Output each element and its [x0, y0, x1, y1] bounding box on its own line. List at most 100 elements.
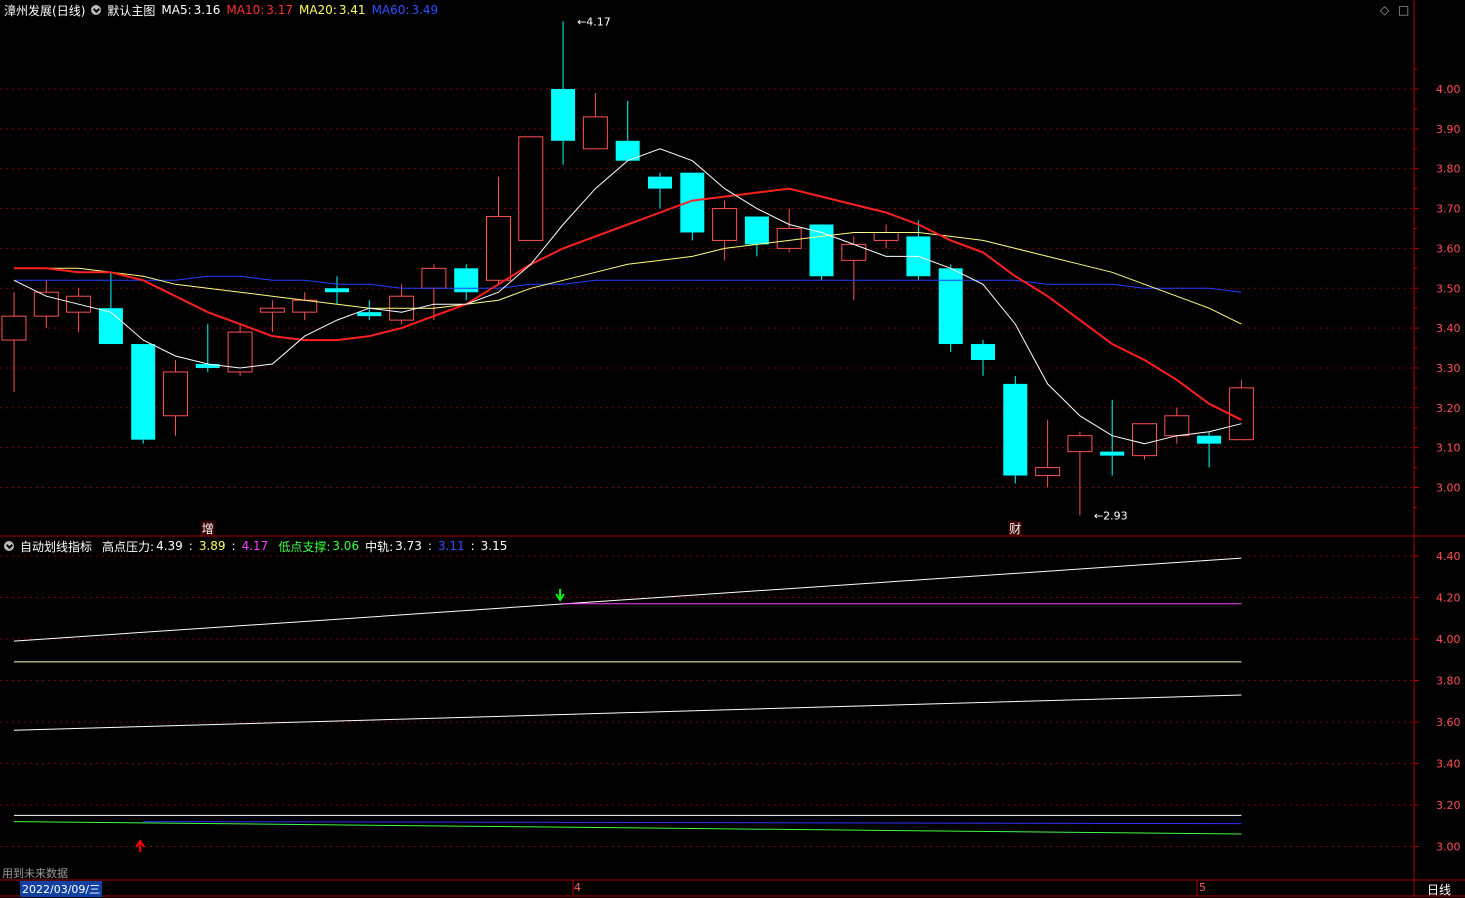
candle-body-up: [259, 307, 285, 313]
candle-body-down: [971, 344, 995, 360]
candle: [615, 100, 640, 161]
candle: [357, 300, 382, 321]
candle: [1197, 431, 1222, 468]
indicator-header: 自动划线指标 高点压力: 4.39 : 3.89 : 4.17 低点支撑: 3.06…: [4, 537, 507, 555]
candle-body-down: [1100, 451, 1125, 456]
candle: [551, 21, 576, 165]
candle-body-up: [292, 299, 318, 313]
separator: :: [231, 539, 236, 553]
candle-body-up: [421, 267, 447, 289]
candle-body-up: [1, 315, 27, 341]
candle: [259, 300, 285, 333]
candle-body-up: [1132, 423, 1157, 457]
kline-chart[interactable]: 4.00 3.90 3.80 3.70 3.60 3.50 3.40 3.30 3.20 3.10…: [0, 0, 1465, 897]
y-tick-label: 3.30: [1436, 362, 1461, 375]
high-value-2: 3.89: [198, 539, 226, 553]
mid-value-3: 3.15: [480, 539, 508, 553]
y-tick-label: 3.90: [1436, 123, 1461, 136]
candle-body-down: [131, 344, 156, 440]
candle: [325, 276, 349, 305]
candle: [33, 280, 59, 329]
candle: [1035, 419, 1061, 488]
candle-body-up: [518, 136, 544, 241]
stock-name[interactable]: 漳州发展: [4, 2, 52, 19]
candle: [518, 136, 544, 241]
candle: [486, 176, 511, 285]
down-arrow-icon: [555, 589, 565, 602]
candle-body-up: [227, 331, 253, 373]
indicator-name[interactable]: 自动划线指标: [20, 538, 92, 555]
candle: [744, 216, 769, 257]
candle-body-up: [873, 231, 899, 241]
y-tick-label: 3.20: [1436, 402, 1461, 415]
dropdown-circle-icon[interactable]: [91, 5, 102, 15]
event-marker: 财: [1009, 522, 1021, 536]
candle-body-down: [1197, 435, 1222, 444]
ma20-value: 3.41: [338, 3, 366, 17]
candle-body-up: [163, 371, 188, 417]
y-tick-label: 3.20: [1436, 799, 1461, 812]
ma60-label: MA60:: [371, 3, 410, 17]
candle: [454, 264, 479, 301]
candle-body-up: [1035, 467, 1061, 477]
ma5-line: [13, 148, 1242, 445]
y-tick-label: 3.80: [1436, 163, 1461, 176]
candle-body-up: [1228, 387, 1254, 441]
main-chart-header: 漳州发展 (日线) 默认主图 MA5: 3.16 MA10: 3.17 MA20: 3.…: [4, 1, 438, 19]
y-tick-label: 3.40: [1436, 322, 1461, 335]
up-arrow-icon: [135, 839, 146, 852]
mid-label: 中轨:: [365, 539, 394, 554]
candle-body-down: [938, 268, 963, 345]
y-tick-label: 3.50: [1436, 282, 1461, 295]
candle: [66, 288, 92, 333]
extreme-value-label: ←4.17: [577, 15, 611, 28]
candle: [98, 272, 123, 345]
future-data-note: 用到未来数据: [2, 867, 68, 880]
extreme-value-label: ←2.93: [1094, 509, 1128, 522]
chart-stage: 4.00 3.90 3.80 3.70 3.60 3.50 3.40 3.30 3.20 3.10…: [0, 0, 1465, 897]
low-value-1: 3.06: [332, 539, 360, 553]
candle-body-down: [744, 216, 769, 245]
diamond-icon[interactable]: ◇: [1380, 3, 1389, 17]
cursor-date: 2022/03/09/三: [20, 881, 103, 897]
main-chart-name[interactable]: 默认主图: [107, 2, 155, 19]
y-tick-label: 4.00: [1436, 83, 1461, 96]
candle: [1003, 375, 1028, 484]
y-tick-label: 3.00: [1436, 482, 1461, 495]
ma10-line: [14, 187, 1242, 421]
candle: [938, 264, 963, 353]
ma60-value: 3.49: [411, 3, 439, 17]
square-icon[interactable]: □: [1398, 3, 1409, 17]
dropdown-circle-icon[interactable]: [4, 541, 14, 551]
month-tick-5: 5: [1199, 881, 1206, 894]
candle-body-down: [98, 308, 123, 345]
candle: [680, 172, 705, 241]
candle: [389, 284, 415, 325]
candle: [163, 359, 188, 436]
event-marker: 增: [202, 522, 214, 536]
ma5-label: MA5:: [161, 3, 192, 17]
ma5-value: 3.16: [193, 3, 221, 17]
candle: [841, 236, 867, 301]
low-label: 低点支撑:: [278, 539, 331, 554]
candle: [712, 200, 738, 261]
month-tick-4: 4: [574, 881, 581, 894]
candle: [421, 264, 447, 321]
y-tick-label: 3.80: [1436, 675, 1461, 688]
high-label: 高点压力:: [102, 539, 155, 554]
candle: [873, 224, 899, 249]
mid-value-2: 3.11: [437, 539, 465, 553]
y-tick-label: 4.00: [1436, 633, 1461, 646]
candles: [1, 21, 1254, 516]
candle-body-down: [648, 176, 672, 189]
candle-body-up: [1067, 435, 1093, 453]
candle-body-up: [486, 216, 511, 281]
high-value-3: 4.17: [241, 539, 269, 553]
candle-body-up: [1164, 415, 1190, 437]
candle: [648, 172, 672, 209]
candle-body-down: [357, 312, 382, 317]
period-button[interactable]: 日线: [1427, 881, 1451, 898]
ma10-value: 3.17: [266, 3, 293, 17]
candle: [1228, 379, 1254, 441]
indicator-line: [13, 557, 1242, 642]
